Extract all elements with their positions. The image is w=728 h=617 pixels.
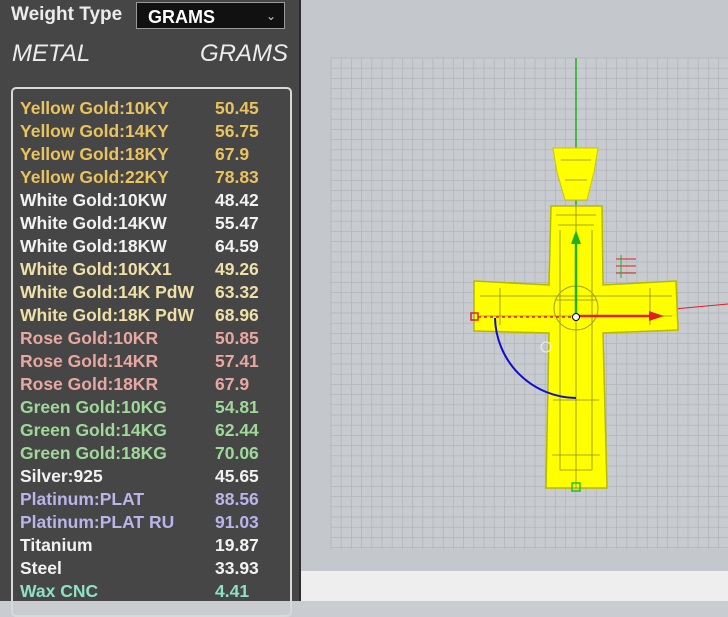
metal-name: White Gold:18K PdW: [20, 305, 195, 325]
metal-weight-row[interactable]: Yellow Gold:14KY 56.75: [20, 121, 285, 144]
metal-name: Silver:925: [20, 466, 103, 486]
metal-weight: 68.96: [215, 305, 259, 325]
metal-name: White Gold:14KW: [20, 213, 167, 233]
metal-name: Green Gold:18KG: [20, 443, 167, 463]
metal-weight: 57.41: [215, 351, 259, 371]
metal-weight-row[interactable]: White Gold:18K PdW 68.96: [20, 305, 285, 328]
metal-weight-row[interactable]: Green Gold:14KG 62.44: [20, 420, 285, 443]
metal-name: Steel: [20, 558, 62, 578]
metal-weight: 70.06: [215, 443, 259, 463]
metal-weight: 64.59: [215, 236, 259, 256]
gumball-origin[interactable]: [572, 313, 580, 321]
metal-weight-list[interactable]: Yellow Gold:10KY 50.45 Yellow Gold:14KY 56.…: [11, 87, 292, 617]
metal-weight-row[interactable]: White Gold:10KX1 49.26: [20, 259, 285, 282]
metal-weight: 62.44: [215, 420, 259, 440]
metal-weight-row[interactable]: Rose Gold:18KR 67.9: [20, 374, 285, 397]
metal-name: Green Gold:10KG: [20, 397, 167, 417]
metal-weight: 45.65: [215, 466, 259, 486]
metal-weight-row[interactable]: White Gold:18KW 64.59: [20, 236, 285, 259]
metal-weight-row[interactable]: Platinum:PLAT RU 91.03: [20, 512, 285, 535]
metal-weight: 49.26: [215, 259, 259, 279]
weight-panel: Weight Type GRAMS ⌄ METAL GRAMS Yellow G…: [0, 0, 301, 617]
metal-weight-row[interactable]: Titanium 19.87: [20, 535, 285, 558]
metal-weight: 54.81: [215, 397, 259, 417]
metal-name: Wax CNC: [20, 581, 99, 601]
weight-type-value: GRAMS: [148, 7, 215, 27]
metal-name: Yellow Gold:22KY: [20, 167, 169, 187]
chevron-down-icon: ⌄: [265, 9, 276, 23]
metal-weight: 63.32: [215, 282, 259, 302]
metal-weight-row[interactable]: Yellow Gold:10KY 50.45: [20, 98, 285, 121]
metal-weight-row[interactable]: Steel 33.93: [20, 558, 285, 581]
metal-weight: 19.87: [215, 535, 259, 555]
metal-name: Yellow Gold:18KY: [20, 144, 169, 164]
metal-weight: 67.9: [215, 144, 250, 164]
metal-name: Platinum:PLAT RU: [20, 512, 175, 532]
metal-weight: 33.93: [215, 558, 259, 578]
metal-weight-row[interactable]: Platinum:PLAT 88.56: [20, 489, 285, 512]
metal-column-header: METAL: [12, 40, 91, 67]
metal-weight: 55.47: [215, 213, 259, 233]
metal-weight-row[interactable]: White Gold:14KW 55.47: [20, 213, 285, 236]
metal-name: White Gold:10KX1: [20, 259, 172, 279]
metal-weight-row[interactable]: Rose Gold:10KR 50.85: [20, 328, 285, 351]
metal-weight-row[interactable]: Yellow Gold:22KY 78.83: [20, 167, 285, 190]
viewport-status-bar: [301, 571, 728, 601]
metal-weight-row[interactable]: Yellow Gold:18KY 67.9: [20, 144, 285, 167]
metal-name: Rose Gold:10KR: [20, 328, 159, 348]
weight-type-dropdown[interactable]: GRAMS ⌄: [136, 2, 285, 29]
metal-name: Rose Gold:18KR: [20, 374, 159, 394]
metal-weight: 91.03: [215, 512, 259, 532]
metal-weight: 50.85: [215, 328, 259, 348]
3d-viewport[interactable]: [301, 0, 728, 571]
metal-name: Yellow Gold:14KY: [20, 121, 169, 141]
metal-name: Platinum:PLAT: [20, 489, 145, 509]
metal-weight-row[interactable]: Rose Gold:14KR 57.41: [20, 351, 285, 374]
metal-weight: 78.83: [215, 167, 259, 187]
metal-weight: 67.9: [215, 374, 250, 394]
metal-weight: 4.41: [215, 581, 250, 601]
metal-name: White Gold:14K PdW: [20, 282, 195, 302]
metal-name: Green Gold:14KG: [20, 420, 167, 440]
metal-weight-row[interactable]: Green Gold:10KG 54.81: [20, 397, 285, 420]
viewport-canvas[interactable]: [301, 0, 728, 571]
metal-name: Yellow Gold:10KY: [20, 98, 169, 118]
metal-name: White Gold:18KW: [20, 236, 167, 256]
weight-type-label: Weight Type: [11, 4, 123, 25]
metal-name: Titanium: [20, 535, 93, 555]
metal-weight: 50.45: [215, 98, 259, 118]
metal-weight: 56.75: [215, 121, 259, 141]
metal-name: Rose Gold:14KR: [20, 351, 159, 371]
metal-weight: 88.56: [215, 489, 259, 509]
metal-name: White Gold:10KW: [20, 190, 167, 210]
metal-weight-row[interactable]: Green Gold:18KG 70.06: [20, 443, 285, 466]
metal-weight: 48.42: [215, 190, 259, 210]
grams-column-header: GRAMS: [200, 40, 289, 67]
metal-weight-row[interactable]: White Gold:10KW 48.42: [20, 190, 285, 213]
metal-weight-row[interactable]: Silver:925 45.65: [20, 466, 285, 489]
metal-weight-row[interactable]: White Gold:14K PdW 63.32: [20, 282, 285, 305]
